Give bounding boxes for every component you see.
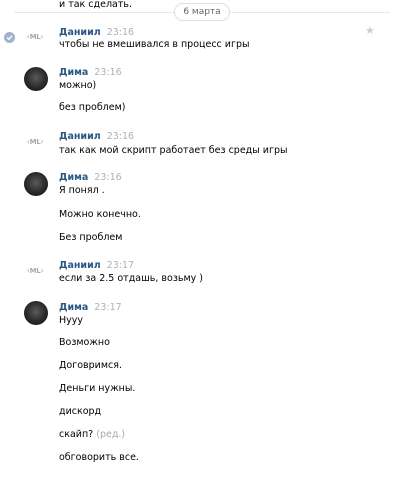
avatar[interactable]: ‹ML›	[24, 134, 46, 150]
message-text: можно)	[59, 80, 97, 91]
message-text: Без проблем	[59, 232, 123, 243]
message-text: если за 2.5 отдашь, возьму )	[59, 273, 203, 284]
message-text: Можно конечно.	[59, 209, 141, 220]
message-text-edited: скайп? (ред.)	[59, 429, 125, 441]
message-header: Дима 23:16	[59, 172, 122, 184]
author-name[interactable]: Даниил	[59, 27, 101, 38]
message-time[interactable]: 23:16	[107, 27, 134, 38]
message-text: Я понял .	[59, 185, 105, 196]
message-text: дискорд	[59, 406, 102, 417]
message-text: без проблем)	[59, 102, 126, 113]
message-text: обговорить все.	[59, 452, 139, 463]
message-header: Дима 23:17	[59, 302, 122, 314]
date-divider-left	[14, 12, 174, 13]
message-header: Даниил 23:16	[59, 27, 134, 39]
star-icon[interactable]: ★	[365, 25, 375, 36]
message-time[interactable]: 23:16	[94, 67, 121, 78]
message-time[interactable]: 23:16	[94, 172, 121, 183]
message-text: Возможно	[59, 337, 110, 348]
edited-label[interactable]: (ред.)	[96, 429, 125, 440]
author-name[interactable]: Даниил	[59, 131, 101, 142]
message-text: скайп?	[59, 429, 94, 440]
avatar[interactable]: ‹ML›	[24, 29, 46, 45]
author-name[interactable]: Даниил	[59, 260, 101, 271]
message-header: Дима 23:16	[59, 67, 122, 79]
message-text: так как мой скрипт работает без среды иг…	[59, 145, 288, 156]
author-name[interactable]: Дима	[59, 172, 88, 183]
avatar[interactable]	[24, 301, 48, 325]
check-circle-icon[interactable]	[4, 32, 15, 43]
author-name[interactable]: Дима	[59, 302, 88, 313]
message-text: Нууу	[59, 315, 84, 326]
message-time[interactable]: 23:16	[107, 131, 134, 142]
avatar[interactable]: ‹ML›	[24, 263, 46, 279]
avatar[interactable]	[24, 67, 48, 91]
date-separator[interactable]: 6 марта	[174, 3, 230, 21]
message-text: Деньги нужны.	[59, 383, 136, 394]
author-name[interactable]: Дима	[59, 67, 88, 78]
avatar[interactable]	[24, 172, 48, 196]
message-text: Договримся.	[59, 360, 122, 371]
date-divider-right	[230, 12, 390, 13]
message-time[interactable]: 23:17	[94, 302, 121, 313]
message-time[interactable]: 23:17	[107, 260, 134, 271]
message-header: Даниил 23:17	[59, 260, 134, 272]
message-text: чтобы не вмешивался в процесс игры	[59, 39, 250, 50]
message-header: Даниил 23:16	[59, 131, 134, 143]
previous-message-text: и так сделать.	[59, 0, 132, 10]
